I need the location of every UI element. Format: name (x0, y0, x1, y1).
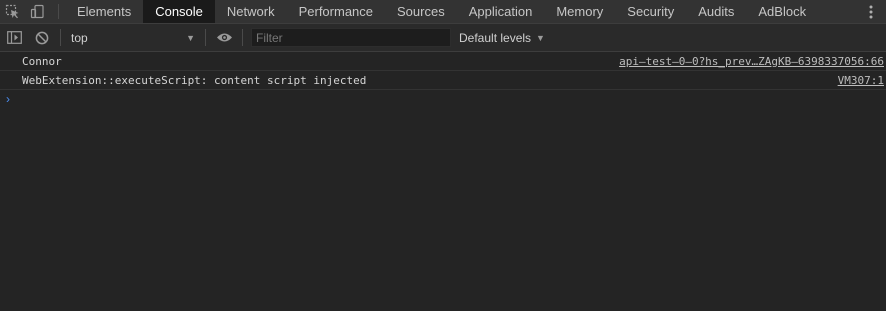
log-levels-label: Default levels (459, 30, 532, 45)
inspect-element-icon[interactable] (0, 0, 25, 23)
tab-application[interactable]: Application (457, 0, 545, 23)
device-toolbar-icon[interactable] (25, 0, 50, 23)
toolbar-divider (60, 29, 61, 46)
message-source-link[interactable]: VM307:1 (838, 74, 884, 87)
tab-console[interactable]: Console (143, 0, 215, 23)
clear-console-icon[interactable] (28, 24, 56, 51)
tab-security[interactable]: Security (615, 0, 686, 23)
console-message-text: WebExtension::executeScript: content scr… (22, 73, 367, 87)
context-selector[interactable]: top ▼ (65, 24, 201, 51)
toolbar-divider (242, 29, 243, 46)
toolbar-divider (205, 29, 206, 46)
prompt-chevron-icon: › (6, 92, 10, 106)
console-toolbar: top ▼ Default levels ▼ (0, 24, 886, 52)
tab-network[interactable]: Network (215, 0, 287, 23)
tab-audits[interactable]: Audits (686, 0, 746, 23)
console-message-text: Connor (22, 54, 62, 68)
console-messages: Connor api–test–0–0?hs_prev…ZAgKB–639833… (0, 52, 886, 108)
live-expression-eye-icon[interactable] (210, 24, 238, 51)
chevron-down-icon: ▼ (536, 32, 545, 43)
tab-sources[interactable]: Sources (385, 0, 457, 23)
tab-elements[interactable]: Elements (65, 0, 143, 23)
chevron-down-icon: ▼ (186, 32, 195, 43)
log-levels-dropdown[interactable]: Default levels ▼ (459, 31, 545, 45)
console-message: WebExtension::executeScript: content scr… (0, 71, 886, 90)
message-source-link[interactable]: api–test–0–0?hs_prev…ZAgKB–6398337056:66 (619, 55, 884, 68)
tab-memory[interactable]: Memory (544, 0, 615, 23)
console-prompt[interactable]: › (0, 90, 886, 108)
devtools-tabbar: Elements Console Network Performance Sou… (0, 0, 886, 24)
filter-input[interactable] (251, 28, 451, 47)
tab-adblock[interactable]: AdBlock (746, 0, 818, 23)
show-sidebar-icon[interactable] (0, 24, 28, 51)
context-value: top (71, 30, 88, 45)
devtools-window: Elements Console Network Performance Sou… (0, 0, 886, 311)
console-message: Connor api–test–0–0?hs_prev…ZAgKB–639833… (0, 52, 886, 71)
toolbar-divider (58, 4, 59, 19)
tab-performance[interactable]: Performance (287, 0, 385, 23)
more-options-icon[interactable] (856, 0, 886, 23)
